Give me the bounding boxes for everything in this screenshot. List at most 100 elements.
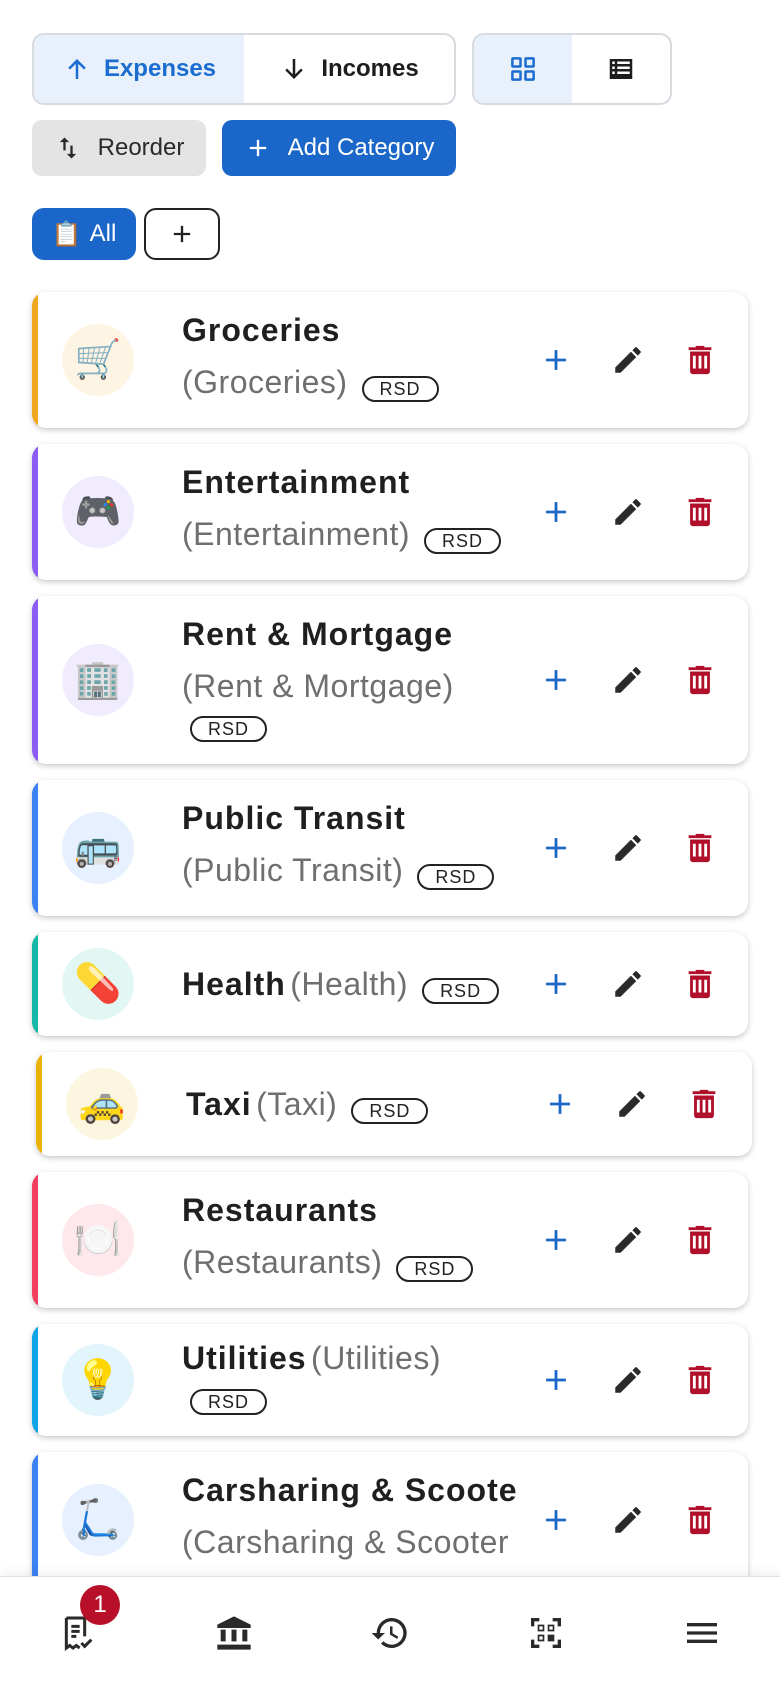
delete-category-button[interactable] bbox=[682, 830, 718, 866]
plus-icon bbox=[546, 1510, 566, 1530]
receipts-badge: 1 bbox=[80, 1585, 120, 1625]
list-view-button[interactable] bbox=[572, 35, 670, 103]
add-transaction-button[interactable] bbox=[538, 662, 574, 698]
trash-icon bbox=[692, 1089, 716, 1119]
category-icon: 💡 bbox=[62, 1344, 134, 1416]
category-actions bbox=[538, 1222, 718, 1258]
delete-category-button[interactable] bbox=[682, 1222, 718, 1258]
category-icon: 🛴 bbox=[62, 1484, 134, 1556]
filter-all-chip[interactable]: 📋 All bbox=[32, 208, 136, 260]
incomes-label: Incomes bbox=[321, 55, 419, 82]
edit-category-button[interactable] bbox=[610, 966, 646, 1002]
category-card[interactable]: 🚌 Public Transit (Public Transit) RSD bbox=[32, 780, 748, 916]
currency-badge: RSD bbox=[424, 527, 502, 554]
nav-receipts[interactable]: 1 bbox=[0, 1577, 156, 1688]
category-card[interactable]: 💊 Health (Health) RSD bbox=[32, 932, 748, 1036]
delete-category-button[interactable] bbox=[682, 1362, 718, 1398]
category-card[interactable]: 🏢 Rent & Mortgage (Rent & Mortgage) RSD bbox=[32, 596, 748, 764]
nav-menu[interactable] bbox=[624, 1577, 780, 1688]
delete-category-button[interactable] bbox=[682, 1502, 718, 1538]
edit-category-button[interactable] bbox=[610, 1362, 646, 1398]
add-transaction-button[interactable] bbox=[542, 1086, 578, 1122]
plus-icon bbox=[546, 502, 566, 522]
add-transaction-button[interactable] bbox=[538, 1222, 574, 1258]
add-transaction-button[interactable] bbox=[538, 494, 574, 530]
category-accent-bar bbox=[32, 292, 38, 428]
category-text: Carsharing & Scoote (Carsharing & Scooter bbox=[182, 1466, 552, 1570]
incomes-tab[interactable]: Incomes bbox=[244, 35, 454, 103]
category-actions bbox=[542, 1086, 722, 1122]
category-text: Entertainment (Entertainment) RSD bbox=[182, 458, 552, 562]
plus-icon bbox=[249, 139, 266, 157]
category-actions bbox=[538, 966, 718, 1002]
category-accent-bar bbox=[32, 444, 38, 580]
category-alias: (Rent & Mortgage) bbox=[182, 668, 454, 704]
pencil-icon bbox=[615, 499, 641, 525]
reorder-label: Reorder bbox=[97, 134, 185, 161]
category-alias: (Carsharing & Scooter bbox=[182, 1524, 510, 1560]
category-accent-bar bbox=[32, 1324, 38, 1436]
trash-icon bbox=[688, 833, 712, 863]
plus-icon bbox=[546, 838, 566, 858]
category-alias: (Health) bbox=[290, 966, 409, 1002]
category-card[interactable]: 🚕 Taxi (Taxi) RSD bbox=[36, 1052, 752, 1156]
delete-category-button[interactable] bbox=[682, 966, 718, 1002]
category-text: Rent & Mortgage (Rent & Mortgage) RSD bbox=[182, 610, 552, 748]
nav-qr-scan[interactable] bbox=[468, 1577, 624, 1688]
history-icon bbox=[371, 1617, 407, 1648]
add-transaction-button[interactable] bbox=[538, 1362, 574, 1398]
edit-category-button[interactable] bbox=[610, 1502, 646, 1538]
edit-category-button[interactable] bbox=[610, 1222, 646, 1258]
currency-badge: RSD bbox=[422, 977, 500, 1004]
expenses-tab[interactable]: Expenses bbox=[34, 35, 244, 103]
nav-bank[interactable] bbox=[156, 1577, 312, 1688]
category-name: Utilities bbox=[182, 1340, 307, 1376]
edit-category-button[interactable] bbox=[614, 1086, 650, 1122]
bottom-navigation: 1 bbox=[0, 1576, 780, 1688]
category-actions bbox=[538, 1362, 718, 1398]
category-card[interactable]: 🎮 Entertainment (Entertainment) RSD bbox=[32, 444, 748, 580]
add-transaction-button[interactable] bbox=[538, 1502, 574, 1538]
category-card[interactable]: 🍽️ Restaurants (Restaurants) RSD bbox=[32, 1172, 748, 1308]
delete-category-button[interactable] bbox=[686, 1086, 722, 1122]
category-actions bbox=[538, 342, 718, 378]
pencil-icon bbox=[615, 347, 641, 373]
pencil-icon bbox=[619, 1091, 645, 1117]
transaction-type-toggle: Expenses Incomes bbox=[32, 33, 456, 105]
category-name: Health bbox=[182, 966, 286, 1002]
edit-category-button[interactable] bbox=[610, 662, 646, 698]
add-transaction-button[interactable] bbox=[538, 966, 574, 1002]
qr-scan-icon bbox=[531, 1617, 561, 1648]
pencil-icon bbox=[615, 1227, 641, 1253]
category-accent-bar bbox=[36, 1052, 42, 1156]
category-alias: (Restaurants) bbox=[182, 1244, 383, 1280]
category-text: Taxi (Taxi) RSD bbox=[186, 1076, 556, 1132]
category-name: Groceries bbox=[182, 312, 341, 348]
category-card[interactable]: 🛴 Carsharing & Scoote (Carsharing & Scoot… bbox=[32, 1452, 748, 1588]
category-alias: (Entertainment) bbox=[182, 516, 411, 552]
category-card[interactable]: 💡 Utilities (Utilities) RSD bbox=[32, 1324, 748, 1436]
edit-category-button[interactable] bbox=[610, 830, 646, 866]
reorder-button[interactable]: Reorder bbox=[32, 120, 206, 176]
category-name: Rent & Mortgage bbox=[182, 616, 453, 652]
trash-icon bbox=[688, 969, 712, 999]
edit-category-button[interactable] bbox=[610, 494, 646, 530]
category-text: Public Transit (Public Transit) RSD bbox=[182, 794, 552, 898]
add-transaction-button[interactable] bbox=[538, 342, 574, 378]
nav-history[interactable] bbox=[312, 1577, 468, 1688]
delete-category-button[interactable] bbox=[682, 662, 718, 698]
delete-category-button[interactable] bbox=[682, 494, 718, 530]
filter-all-label: All bbox=[89, 220, 117, 247]
plus-icon bbox=[546, 1370, 566, 1390]
edit-category-button[interactable] bbox=[610, 342, 646, 378]
plus-icon bbox=[546, 350, 566, 370]
add-filter-button[interactable] bbox=[144, 208, 220, 260]
grid-view-button[interactable] bbox=[474, 35, 572, 103]
category-accent-bar bbox=[32, 1452, 38, 1588]
trash-icon bbox=[688, 1225, 712, 1255]
category-card[interactable]: 🛒 Groceries (Groceries) RSD bbox=[32, 292, 748, 428]
add-transaction-button[interactable] bbox=[538, 830, 574, 866]
delete-category-button[interactable] bbox=[682, 342, 718, 378]
add-category-button[interactable]: Add Category bbox=[222, 120, 456, 176]
category-name: Public Transit bbox=[182, 800, 406, 836]
